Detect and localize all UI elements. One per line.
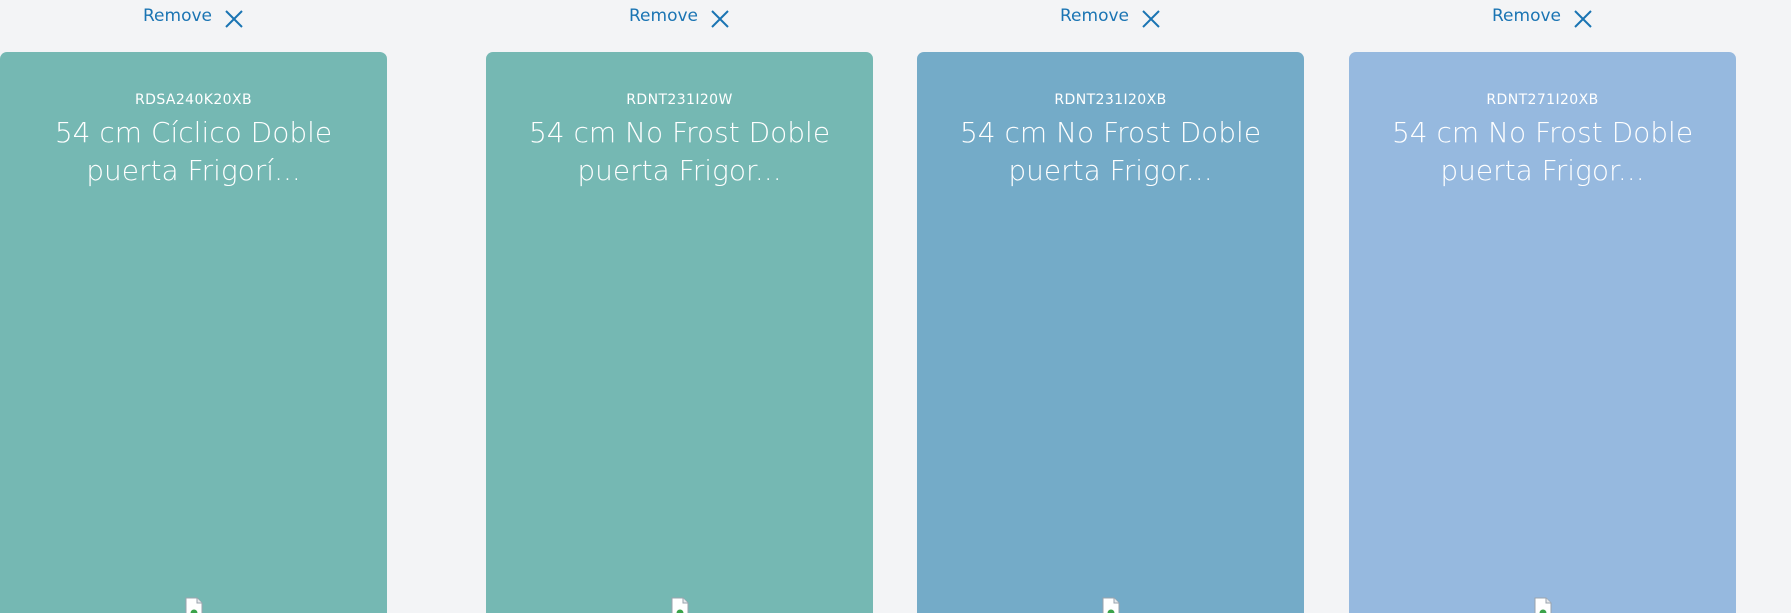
- remove-product-3-button[interactable]: Remove: [917, 3, 1304, 29]
- product-card-4[interactable]: RDNT271I20XB 54 cm No Frost Doble puerta…: [1349, 52, 1736, 613]
- product-card-3[interactable]: RDNT231I20XB 54 cm No Frost Doble puerta…: [917, 52, 1304, 613]
- product-sku: RDNT231I20W: [626, 92, 733, 108]
- product-sku: RDSA240K20XB: [135, 92, 252, 108]
- remove-label[interactable]: Remove: [1492, 6, 1561, 26]
- close-x-icon[interactable]: [1573, 9, 1593, 29]
- close-x-icon[interactable]: [224, 9, 244, 29]
- product-title[interactable]: 54 cm No Frost Doble puerta Frigor...: [486, 114, 873, 190]
- close-x-icon[interactable]: [1141, 9, 1161, 29]
- remove-label[interactable]: Remove: [629, 6, 698, 26]
- remove-label[interactable]: Remove: [143, 6, 212, 26]
- remove-product-1-button[interactable]: Remove: [0, 3, 387, 29]
- broken-image-icon: [185, 597, 202, 613]
- compare-column-2: Remove RDNT231I20W 54 cm No Frost Doble …: [486, 0, 873, 613]
- product-title[interactable]: 54 cm No Frost Doble puerta Frigor...: [1349, 114, 1736, 190]
- broken-image-icon: [1534, 597, 1551, 613]
- broken-image-icon: [671, 597, 688, 613]
- close-x-icon[interactable]: [710, 9, 730, 29]
- product-card-2[interactable]: RDNT231I20W 54 cm No Frost Doble puerta …: [486, 52, 873, 613]
- product-title[interactable]: 54 cm No Frost Doble puerta Frigor...: [917, 114, 1304, 190]
- product-compare-strip: Remove RDSA240K20XB 54 cm Cíclico Doble …: [0, 0, 1791, 613]
- product-card-1[interactable]: RDSA240K20XB 54 cm Cíclico Doble puerta …: [0, 52, 387, 613]
- compare-column-3: Remove RDNT231I20XB 54 cm No Frost Doble…: [917, 0, 1304, 613]
- remove-product-2-button[interactable]: Remove: [486, 3, 873, 29]
- compare-column-4: Remove RDNT271I20XB 54 cm No Frost Doble…: [1349, 0, 1736, 613]
- remove-label[interactable]: Remove: [1060, 6, 1129, 26]
- product-sku: RDNT231I20XB: [1054, 92, 1167, 108]
- remove-product-4-button[interactable]: Remove: [1349, 3, 1736, 29]
- product-title[interactable]: 54 cm Cíclico Doble puerta Frigorí...: [0, 114, 387, 190]
- compare-column-1: Remove RDSA240K20XB 54 cm Cíclico Doble …: [0, 0, 387, 613]
- product-sku: RDNT271I20XB: [1486, 92, 1599, 108]
- broken-image-icon: [1102, 597, 1119, 613]
